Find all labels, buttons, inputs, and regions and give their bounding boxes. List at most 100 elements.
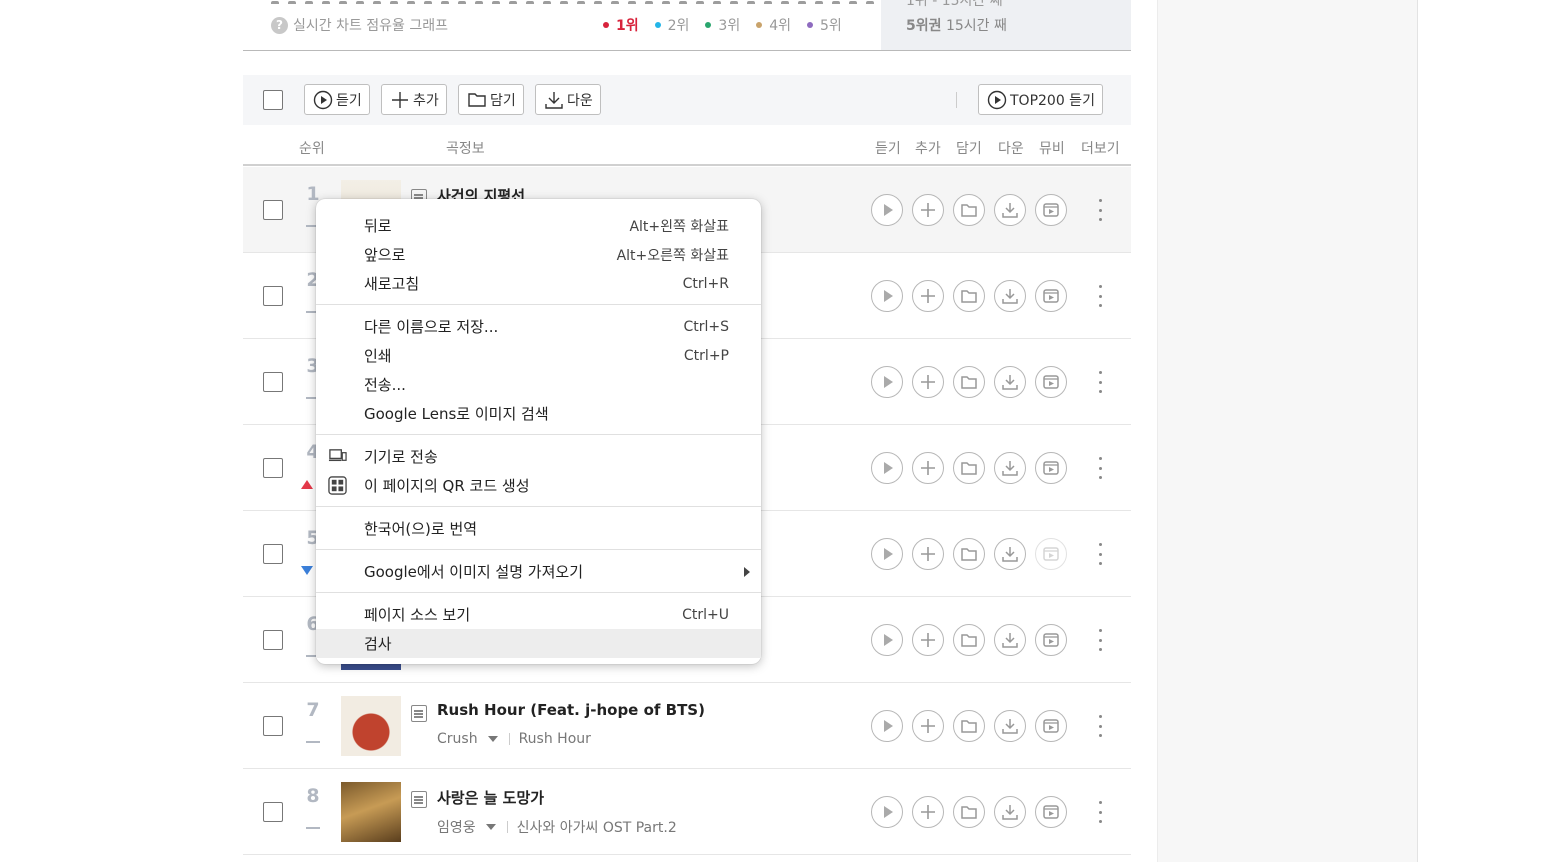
row-checkbox[interactable] bbox=[263, 544, 283, 564]
download-button[interactable] bbox=[994, 624, 1026, 656]
download-button[interactable] bbox=[994, 280, 1026, 312]
plus-icon bbox=[921, 203, 935, 217]
mv-button[interactable] bbox=[1035, 710, 1067, 742]
more-icon[interactable] bbox=[1099, 715, 1103, 737]
listen-button[interactable] bbox=[871, 280, 903, 312]
table-row: 7 Rush Hour (Feat. j-hope of BTS) Crush Rus… bbox=[243, 683, 1131, 769]
row-checkbox[interactable] bbox=[263, 200, 283, 220]
artist-name[interactable]: Crush bbox=[437, 731, 478, 747]
row-checkbox[interactable] bbox=[263, 716, 283, 736]
artist-dropdown-icon[interactable] bbox=[485, 824, 496, 830]
more-icon[interactable] bbox=[1099, 629, 1103, 651]
mv-button[interactable] bbox=[1035, 796, 1067, 828]
add-button[interactable] bbox=[912, 280, 944, 312]
listen-button[interactable] bbox=[871, 710, 903, 742]
mv-button[interactable] bbox=[1035, 366, 1067, 398]
row-checkbox[interactable] bbox=[263, 372, 283, 392]
listen-button[interactable] bbox=[871, 538, 903, 570]
listen-button[interactable] bbox=[871, 366, 903, 398]
song-meta: 임영웅 신사와 아가씨 OST Part.2 bbox=[437, 817, 677, 837]
save-button[interactable] bbox=[953, 194, 985, 226]
save-button[interactable] bbox=[953, 366, 985, 398]
album-cover[interactable] bbox=[341, 696, 401, 756]
menu-google-lens[interactable]: Google Lens로 이미지 검색 bbox=[316, 399, 761, 428]
download-icon bbox=[1002, 203, 1018, 218]
menu-forward[interactable]: 앞으로 Alt+오른쪽 화살표 bbox=[316, 240, 761, 269]
download-button[interactable] bbox=[994, 366, 1026, 398]
song-title[interactable]: 사랑은 늘 도망가 bbox=[437, 787, 544, 808]
menu-translate[interactable]: 한국어(으)로 번역 bbox=[316, 514, 761, 543]
song-info-icon[interactable] bbox=[411, 791, 427, 808]
legend-rank-5: 5위 bbox=[807, 15, 842, 35]
help-icon[interactable]: ? bbox=[271, 16, 288, 34]
menu-view-source[interactable]: 페이지 소스 보기 Ctrl+U bbox=[316, 600, 761, 629]
add-button[interactable] bbox=[912, 366, 944, 398]
add-button[interactable] bbox=[912, 452, 944, 484]
menu-cast[interactable]: 전송... bbox=[316, 370, 761, 399]
menu-back[interactable]: 뒤로 Alt+왼쪽 화살표 bbox=[316, 211, 761, 240]
menu-reload[interactable]: 새로고침 Ctrl+R bbox=[316, 269, 761, 298]
row-actions bbox=[871, 796, 1067, 828]
more-icon[interactable] bbox=[1099, 285, 1103, 307]
more-icon[interactable] bbox=[1099, 371, 1103, 393]
listen-button[interactable] bbox=[871, 624, 903, 656]
more-icon[interactable] bbox=[1099, 199, 1103, 221]
menu-print[interactable]: 인쇄 Ctrl+P bbox=[316, 341, 761, 370]
folder-icon bbox=[961, 720, 977, 733]
add-button[interactable] bbox=[912, 538, 944, 570]
mv-button[interactable] bbox=[1035, 624, 1067, 656]
more-icon[interactable] bbox=[1099, 457, 1103, 479]
menu-divider bbox=[316, 434, 761, 435]
menu-send-to-device[interactable]: 기기로 전송 bbox=[316, 442, 761, 471]
menu-image-description[interactable]: Google에서 이미지 설명 가져오기 bbox=[316, 557, 761, 586]
download-selected-button[interactable]: 다운 bbox=[535, 84, 601, 115]
mv-button[interactable] bbox=[1035, 280, 1067, 312]
song-info-icon[interactable] bbox=[411, 705, 427, 722]
more-icon[interactable] bbox=[1099, 543, 1103, 565]
mv-button[interactable] bbox=[1035, 194, 1067, 226]
mv-button[interactable] bbox=[1035, 538, 1067, 570]
album-name[interactable]: 신사와 아가씨 OST Part.2 bbox=[517, 817, 677, 837]
save-button[interactable] bbox=[953, 452, 985, 484]
menu-inspect[interactable]: 검사 bbox=[316, 629, 761, 658]
song-title[interactable]: Rush Hour (Feat. j-hope of BTS) bbox=[437, 701, 705, 719]
save-button[interactable] bbox=[953, 710, 985, 742]
listen-button[interactable] bbox=[871, 194, 903, 226]
save-button[interactable] bbox=[953, 280, 985, 312]
download-button[interactable] bbox=[994, 452, 1026, 484]
album-cover[interactable] bbox=[341, 782, 401, 842]
listen-selected-button[interactable]: 듣기 bbox=[304, 84, 370, 115]
save-selected-button[interactable]: 담기 bbox=[458, 84, 524, 115]
row-checkbox[interactable] bbox=[263, 286, 283, 306]
menu-save-as[interactable]: 다른 이름으로 저장... Ctrl+S bbox=[316, 312, 761, 341]
download-button[interactable] bbox=[994, 796, 1026, 828]
add-selected-button[interactable]: 추가 bbox=[381, 84, 447, 115]
artist-dropdown-icon[interactable] bbox=[487, 736, 498, 742]
listen-button[interactable] bbox=[871, 452, 903, 484]
top200-listen-button[interactable]: TOP200 듣기 bbox=[978, 84, 1103, 115]
mv-button[interactable] bbox=[1035, 452, 1067, 484]
select-all-checkbox[interactable] bbox=[263, 90, 283, 110]
add-button[interactable] bbox=[912, 796, 944, 828]
menu-qr-code[interactable]: 이 페이지의 QR 코드 생성 bbox=[316, 471, 761, 500]
row-checkbox[interactable] bbox=[263, 630, 283, 650]
plus-icon bbox=[921, 719, 935, 733]
play-icon bbox=[884, 720, 893, 732]
download-button[interactable] bbox=[994, 538, 1026, 570]
save-button[interactable] bbox=[953, 538, 985, 570]
download-button[interactable] bbox=[994, 710, 1026, 742]
add-button[interactable] bbox=[912, 624, 944, 656]
save-button[interactable] bbox=[953, 796, 985, 828]
listen-button[interactable] bbox=[871, 796, 903, 828]
row-checkbox[interactable] bbox=[263, 458, 283, 478]
more-icon[interactable] bbox=[1099, 801, 1103, 823]
mv-icon bbox=[1043, 547, 1059, 561]
download-button[interactable] bbox=[994, 194, 1026, 226]
save-button[interactable] bbox=[953, 624, 985, 656]
add-button[interactable] bbox=[912, 710, 944, 742]
artist-name[interactable]: 임영웅 bbox=[437, 817, 476, 837]
col-more: 더보기 bbox=[1081, 141, 1120, 157]
album-name[interactable]: Rush Hour bbox=[519, 731, 591, 747]
row-checkbox[interactable] bbox=[263, 802, 283, 822]
add-button[interactable] bbox=[912, 194, 944, 226]
